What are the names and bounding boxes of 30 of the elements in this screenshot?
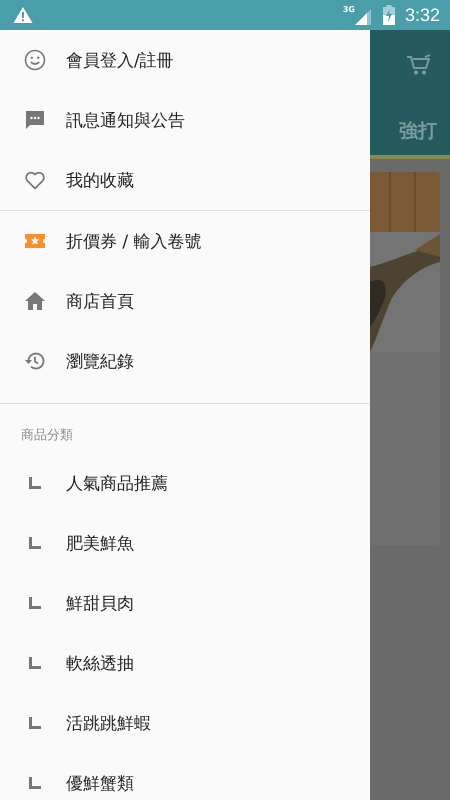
category-item[interactable]: 活跳跳鮮蝦	[0, 693, 370, 753]
home-icon	[23, 289, 47, 313]
section-header: 商品分類	[20, 427, 74, 445]
cart-icon	[406, 54, 432, 76]
corner-icon	[29, 477, 41, 489]
category-item[interactable]: 軟絲透抽	[0, 633, 370, 693]
network-label: 3G	[342, 5, 355, 14]
page-title: 強打	[399, 119, 437, 144]
chat-icon	[23, 108, 47, 132]
category-item[interactable]: 人氣商品推薦	[0, 453, 370, 513]
menu-item[interactable]: 瀏覽紀錄	[0, 331, 370, 391]
corner-icon	[29, 597, 41, 609]
menu-item[interactable]: 我的收藏	[0, 150, 370, 210]
menu-item[interactable]: 商店首頁	[0, 271, 370, 331]
clock: 3:32	[404, 4, 440, 26]
corner-icon	[29, 717, 41, 729]
corner-icon	[29, 657, 41, 669]
smiley-icon	[23, 48, 47, 72]
category-item[interactable]: 肥美鮮魚	[0, 513, 370, 573]
menu-item[interactable]: 會員登入/註冊	[0, 30, 370, 90]
corner-icon	[29, 777, 41, 789]
signal-icon	[354, 8, 371, 24]
warning-icon	[13, 6, 33, 24]
battery-icon	[382, 5, 395, 25]
category-item[interactable]: 優鮮蟹類	[0, 753, 370, 800]
corner-icon	[29, 537, 41, 549]
menu-item[interactable]: 折價券 / 輸入卷號	[0, 211, 370, 271]
menu-item[interactable]: 訊息通知與公告	[0, 90, 370, 150]
category-item[interactable]: 鮮甜貝肉	[0, 573, 370, 633]
product-card[interactable]	[370, 172, 440, 545]
